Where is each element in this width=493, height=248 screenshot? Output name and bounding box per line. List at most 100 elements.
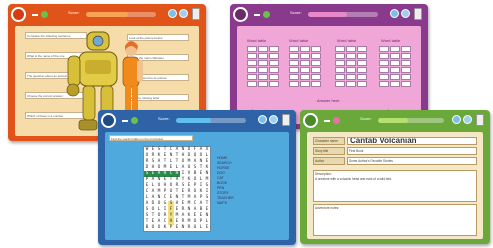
table-cell[interactable] <box>379 46 389 52</box>
table-cell[interactable] <box>300 74 310 80</box>
table-cell[interactable] <box>346 81 356 87</box>
table-cell[interactable] <box>401 60 411 66</box>
table-cell[interactable] <box>289 67 299 73</box>
word-table[interactable] <box>335 46 367 87</box>
table-cell[interactable] <box>247 67 257 73</box>
table-cell[interactable] <box>401 81 411 87</box>
table-cell[interactable] <box>335 53 345 59</box>
table-cell[interactable] <box>300 53 310 59</box>
table-cell[interactable] <box>258 46 268 52</box>
app-logo-icon[interactable] <box>11 7 26 22</box>
table-cell[interactable] <box>258 53 268 59</box>
word-table[interactable] <box>247 46 279 87</box>
table-cell[interactable] <box>401 74 411 80</box>
table-cell[interactable] <box>379 74 389 80</box>
trash-icon[interactable] <box>476 114 484 126</box>
table-cell[interactable] <box>335 60 345 66</box>
table-cell[interactable] <box>357 53 367 59</box>
table-cell[interactable] <box>346 74 356 80</box>
author-field[interactable]: Some Author's Favorite Stories <box>347 157 477 165</box>
minus-icon[interactable] <box>122 120 128 122</box>
table-cell[interactable] <box>300 81 310 87</box>
table-cell[interactable] <box>379 67 389 73</box>
table-cell[interactable] <box>289 53 299 59</box>
description-area[interactable]: Description: A creature with a volcanic … <box>313 170 477 202</box>
brain-button-icon[interactable] <box>258 115 267 124</box>
minus-icon[interactable] <box>254 14 260 16</box>
table-cell[interactable] <box>300 46 310 52</box>
table-cell[interactable] <box>269 60 279 66</box>
table-cell[interactable] <box>390 53 400 59</box>
globe-button-icon[interactable] <box>269 115 278 124</box>
table-cell[interactable] <box>269 67 279 73</box>
table-cell[interactable] <box>269 74 279 80</box>
table-cell[interactable] <box>269 81 279 87</box>
table-cell[interactable] <box>335 67 345 73</box>
notes-area[interactable]: Adventure notes: <box>313 204 477 236</box>
minus-icon[interactable] <box>324 120 330 122</box>
globe-button-icon[interactable] <box>463 115 472 124</box>
table-cell[interactable] <box>401 46 411 52</box>
table-cell[interactable] <box>311 74 321 80</box>
table-cell[interactable] <box>346 53 356 59</box>
green-dot-icon[interactable] <box>41 11 48 18</box>
table-cell[interactable] <box>379 53 389 59</box>
letter-cell[interactable]: E <box>204 225 210 231</box>
table-cell[interactable] <box>289 81 299 87</box>
table-cell[interactable] <box>311 53 321 59</box>
globe-button-icon[interactable] <box>179 9 188 18</box>
table-cell[interactable] <box>390 74 400 80</box>
table-cell[interactable] <box>258 74 268 80</box>
minus-icon[interactable] <box>32 14 38 16</box>
green-dot-icon[interactable] <box>263 11 270 18</box>
table-cell[interactable] <box>346 46 356 52</box>
table-cell[interactable] <box>311 67 321 73</box>
table-cell[interactable] <box>300 60 310 66</box>
table-cell[interactable] <box>335 81 345 87</box>
table-cell[interactable] <box>401 67 411 73</box>
pink-dot-icon[interactable] <box>333 117 340 124</box>
app-logo-icon[interactable] <box>233 7 248 22</box>
table-cell[interactable] <box>357 74 367 80</box>
table-cell[interactable] <box>247 74 257 80</box>
word-table[interactable] <box>379 46 411 87</box>
trash-icon[interactable] <box>282 114 290 126</box>
table-cell[interactable] <box>379 81 389 87</box>
table-cell[interactable] <box>335 74 345 80</box>
table-cell[interactable] <box>346 60 356 66</box>
table-cell[interactable] <box>269 53 279 59</box>
table-cell[interactable] <box>247 46 257 52</box>
word-search-grid[interactable]: WESTCANDFAXORKENTHDQOLRSATLTOMANEDHOMELA… <box>143 146 211 232</box>
table-cell[interactable] <box>311 81 321 87</box>
table-cell[interactable] <box>269 46 279 52</box>
character-name-field[interactable]: Cantab Volcanian <box>347 137 477 145</box>
table-cell[interactable] <box>258 60 268 66</box>
table-cell[interactable] <box>357 67 367 73</box>
table-cell[interactable] <box>357 60 367 66</box>
table-cell[interactable] <box>300 67 310 73</box>
table-cell[interactable] <box>311 46 321 52</box>
table-cell[interactable] <box>357 46 367 52</box>
table-cell[interactable] <box>247 81 257 87</box>
brain-button-icon[interactable] <box>452 115 461 124</box>
trash-icon[interactable] <box>192 8 200 20</box>
table-cell[interactable] <box>390 67 400 73</box>
app-logo-icon[interactable] <box>101 113 116 128</box>
brain-button-icon[interactable] <box>168 9 177 18</box>
table-cell[interactable] <box>289 46 299 52</box>
brain-button-icon[interactable] <box>390 9 399 18</box>
word-table[interactable] <box>289 46 321 87</box>
green-dot-icon[interactable] <box>131 117 138 124</box>
table-cell[interactable] <box>346 67 356 73</box>
table-cell[interactable] <box>390 46 400 52</box>
table-cell[interactable] <box>289 60 299 66</box>
table-cell[interactable] <box>258 67 268 73</box>
table-cell[interactable] <box>390 81 400 87</box>
table-cell[interactable] <box>247 53 257 59</box>
table-cell[interactable] <box>357 81 367 87</box>
app-logo-icon[interactable] <box>303 113 318 128</box>
table-cell[interactable] <box>401 53 411 59</box>
globe-button-icon[interactable] <box>401 9 410 18</box>
table-cell[interactable] <box>311 60 321 66</box>
table-cell[interactable] <box>390 60 400 66</box>
